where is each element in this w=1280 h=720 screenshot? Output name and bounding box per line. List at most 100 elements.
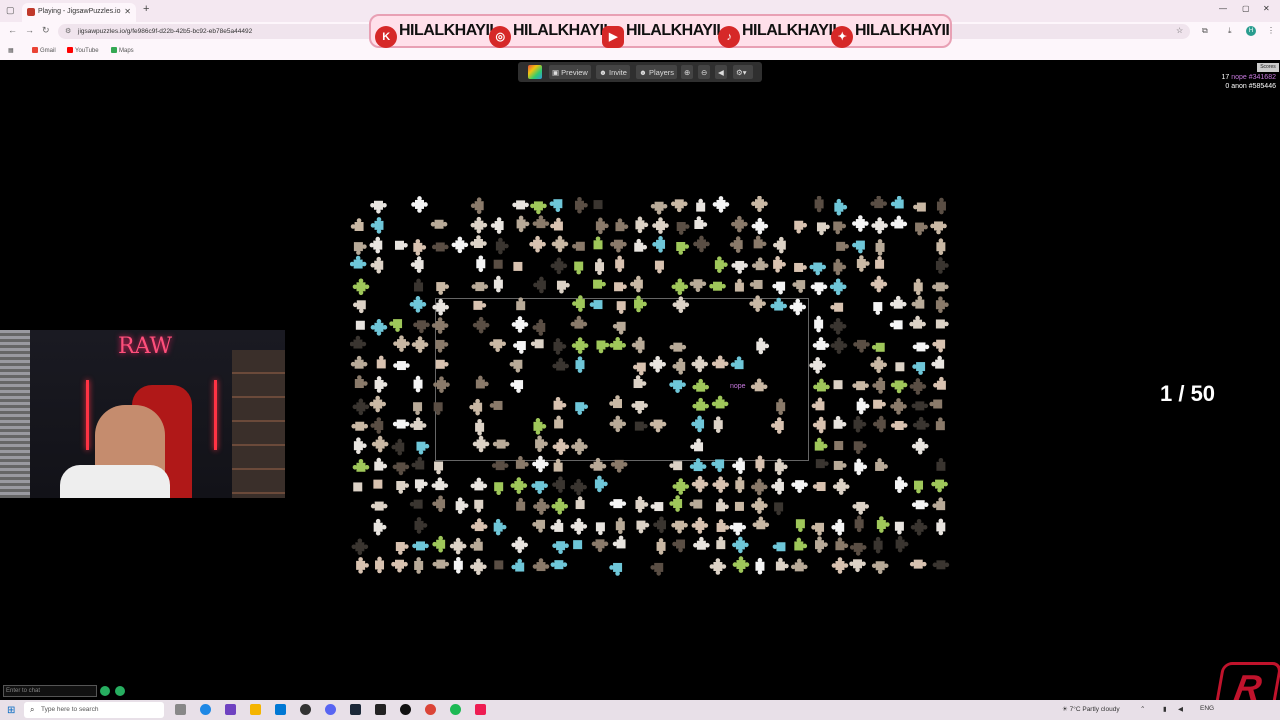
puzzle-piece[interactable] bbox=[410, 256, 424, 273]
back-icon[interactable]: ← bbox=[8, 25, 17, 35]
puzzle-piece[interactable] bbox=[889, 295, 907, 309]
puzzle-piece[interactable] bbox=[350, 255, 367, 269]
puzzle-piece[interactable] bbox=[691, 415, 705, 433]
puzzle-piece[interactable] bbox=[750, 378, 768, 392]
puzzle-piece[interactable] bbox=[712, 196, 730, 213]
puzzle-piece[interactable] bbox=[912, 342, 930, 352]
puzzle-piece[interactable] bbox=[610, 239, 627, 253]
profile-avatar[interactable]: H bbox=[1246, 26, 1256, 36]
puzzle-piece[interactable] bbox=[552, 438, 570, 456]
tab-close-icon[interactable]: ✕ bbox=[124, 7, 131, 16]
puzzle-piece[interactable] bbox=[790, 558, 808, 572]
puzzle-piece[interactable] bbox=[875, 239, 885, 256]
puzzle-piece[interactable] bbox=[392, 462, 410, 476]
bookmark-youtube[interactable]: YouTube bbox=[67, 47, 99, 54]
puzzle-piece[interactable] bbox=[389, 319, 403, 332]
downloads-icon[interactable]: ⤓ bbox=[1228, 26, 1232, 36]
puzzle-piece[interactable] bbox=[936, 518, 946, 536]
puzzle-piece[interactable] bbox=[470, 216, 488, 234]
puzzle-piece[interactable] bbox=[535, 435, 548, 453]
puzzle-piece[interactable] bbox=[932, 497, 946, 511]
puzzle-piece[interactable] bbox=[852, 501, 870, 515]
puzzle-piece[interactable] bbox=[612, 321, 626, 335]
puzzle-piece[interactable] bbox=[411, 456, 425, 470]
puzzle-piece[interactable] bbox=[493, 259, 503, 269]
puzzle-piece[interactable] bbox=[493, 275, 503, 293]
puzzle-piece[interactable] bbox=[931, 479, 948, 493]
puzzle-piece[interactable] bbox=[550, 217, 563, 231]
tiktok-app-icon[interactable] bbox=[475, 704, 486, 715]
puzzle-piece[interactable] bbox=[374, 376, 388, 393]
puzzle-piece[interactable] bbox=[370, 200, 387, 214]
puzzle-piece[interactable] bbox=[509, 359, 523, 373]
weather-widget[interactable]: ☀ 7°C Partly cloudy bbox=[1062, 705, 1120, 713]
puzzle-piece[interactable] bbox=[490, 217, 504, 234]
puzzle-piece[interactable] bbox=[676, 222, 690, 235]
puzzle-piece[interactable] bbox=[935, 319, 949, 329]
new-tab-icon[interactable]: + bbox=[143, 3, 149, 15]
puzzle-piece[interactable] bbox=[431, 317, 449, 334]
puzzle-piece[interactable] bbox=[714, 256, 728, 273]
puzzle-piece[interactable] bbox=[731, 260, 748, 274]
puzzle-piece[interactable] bbox=[574, 261, 584, 275]
bookmark-star-icon[interactable]: ☆ bbox=[1176, 26, 1183, 35]
puzzle-piece[interactable] bbox=[631, 401, 648, 414]
puzzle-piece[interactable] bbox=[393, 335, 410, 352]
puzzle-piece[interactable] bbox=[530, 339, 544, 349]
puzzle-piece[interactable] bbox=[676, 242, 690, 255]
puzzle-piece[interactable] bbox=[432, 298, 449, 316]
puzzle-piece[interactable] bbox=[353, 482, 363, 492]
puzzle-piece[interactable] bbox=[775, 557, 789, 571]
puzzle-piece[interactable] bbox=[416, 441, 430, 455]
puzzle-piece[interactable] bbox=[773, 256, 786, 273]
puzzle-piece[interactable] bbox=[929, 399, 943, 409]
puzzle-piece[interactable] bbox=[871, 342, 885, 352]
puzzle-piece[interactable] bbox=[911, 401, 929, 411]
puzzle-piece[interactable] bbox=[812, 337, 830, 350]
puzzle-piece[interactable] bbox=[909, 378, 927, 395]
puzzle-piece[interactable] bbox=[669, 342, 687, 352]
puzzle-piece[interactable] bbox=[595, 258, 605, 275]
minimize-icon[interactable]: — bbox=[1219, 4, 1227, 13]
puzzle-piece[interactable] bbox=[572, 295, 585, 312]
maximize-icon[interactable]: ▢ bbox=[1242, 4, 1250, 13]
puzzle-piece[interactable] bbox=[716, 536, 726, 550]
puzzle-piece[interactable] bbox=[453, 556, 463, 574]
puzzle-piece[interactable] bbox=[814, 437, 828, 451]
puzzle-piece[interactable] bbox=[414, 557, 424, 574]
puzzle-piece[interactable] bbox=[734, 501, 744, 511]
puzzle-piece[interactable] bbox=[571, 438, 588, 455]
puzzle-piece[interactable] bbox=[552, 357, 569, 371]
puzzle-piece[interactable] bbox=[392, 419, 410, 429]
puzzle-piece[interactable] bbox=[814, 196, 824, 213]
puzzle-piece[interactable] bbox=[711, 355, 729, 369]
puzzle-piece[interactable] bbox=[430, 219, 448, 229]
puzzle-piece[interactable] bbox=[672, 478, 690, 495]
puzzle-piece[interactable] bbox=[872, 377, 886, 394]
puzzle-piece[interactable] bbox=[413, 239, 427, 256]
settings-button[interactable]: ⚙▾ bbox=[733, 65, 753, 79]
puzzle-piece[interactable] bbox=[693, 235, 710, 253]
puzzle-piece[interactable] bbox=[691, 355, 709, 373]
network-icon[interactable]: ▮ bbox=[1163, 705, 1167, 713]
puzzle-piece[interactable] bbox=[513, 341, 526, 354]
puzzle-piece[interactable] bbox=[909, 559, 927, 569]
puzzle-piece[interactable] bbox=[935, 417, 945, 431]
puzzle-piece[interactable] bbox=[516, 215, 530, 233]
puzzle-piece[interactable] bbox=[413, 320, 430, 334]
puzzle-piece[interactable] bbox=[911, 437, 929, 455]
puzzle-piece[interactable] bbox=[771, 478, 784, 495]
sound-button[interactable]: ◀ bbox=[715, 65, 727, 79]
puzzle-piece[interactable] bbox=[551, 497, 569, 515]
puzzle-piece[interactable] bbox=[434, 461, 444, 475]
puzzle-piece[interactable] bbox=[774, 502, 784, 516]
puzzle-piece[interactable] bbox=[835, 537, 849, 551]
puzzle-piece[interactable] bbox=[711, 459, 725, 473]
puzzle-piece[interactable] bbox=[595, 522, 605, 536]
forward-icon[interactable]: → bbox=[25, 25, 34, 35]
invite-button[interactable]: ☻ Invite bbox=[596, 65, 630, 79]
site-info-icon[interactable]: ⚙ bbox=[65, 27, 71, 35]
puzzle-piece[interactable] bbox=[411, 336, 429, 353]
puzzle-piece[interactable] bbox=[692, 397, 709, 411]
puzzle-piece[interactable] bbox=[755, 455, 765, 473]
